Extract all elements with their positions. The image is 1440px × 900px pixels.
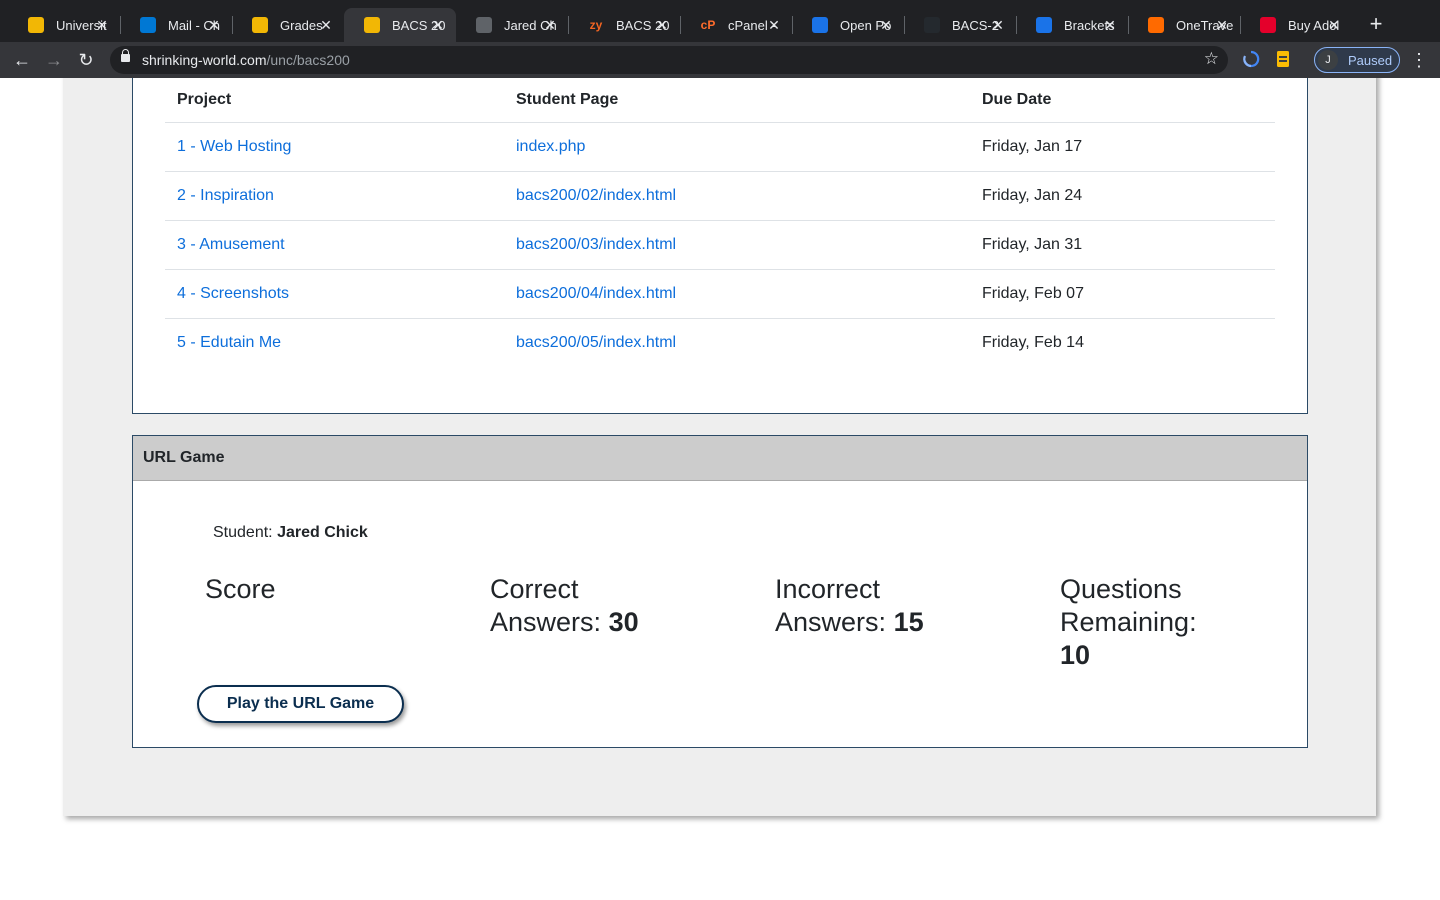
- due-date: Friday, Jan 24: [970, 170, 1275, 220]
- lock-icon: [121, 49, 130, 62]
- project-link[interactable]: 4 - Screenshots: [177, 285, 289, 302]
- column-header-project: Project: [177, 91, 232, 109]
- table-row: 5 - Edutain Me bacs200/05/index.html Frida…: [165, 317, 1275, 367]
- forward-button[interactable]: →: [42, 48, 66, 72]
- browser-tab[interactable]: Brackets ✕: [1016, 8, 1128, 42]
- browser-tab[interactable]: BACS 20 ✕: [344, 8, 456, 42]
- browser-tab[interactable]: zy BACS 20 ✕: [568, 8, 680, 42]
- browser-tab[interactable]: Universit ✕: [8, 8, 120, 42]
- score-heading: Score: [205, 574, 276, 604]
- table-row: 2 - Inspiration bacs200/02/index.html Frid…: [165, 170, 1275, 220]
- table-header-row: Project Student Page Due Date: [165, 78, 1275, 122]
- due-date: Friday, Jan 31: [970, 219, 1275, 269]
- incorrect-answers-stat: Incorrect Answers: 15: [775, 574, 924, 637]
- column-header-due-date: Due Date: [982, 91, 1052, 109]
- github-icon: [924, 17, 940, 33]
- table-row: 1 - Web Hosting index.php Friday, Jan 17: [165, 121, 1275, 171]
- table-row: 3 - Amusement bacs200/03/index.html Friday…: [165, 219, 1275, 269]
- play-url-game-button[interactable]: Play the URL Game: [197, 685, 404, 723]
- sync-extension-icon[interactable]: [1242, 50, 1260, 68]
- tab-close-icon[interactable]: ✕: [878, 17, 894, 33]
- tab-close-icon[interactable]: ✕: [542, 17, 558, 33]
- tab-close-icon[interactable]: ✕: [990, 17, 1006, 33]
- browser-tab[interactable]: OneTrave ✕: [1128, 8, 1240, 42]
- questions-remaining-stat: Questions Remaining: 10: [1060, 574, 1197, 670]
- bookmark-star-icon[interactable]: ☆: [1204, 49, 1219, 69]
- chart-icon: [812, 17, 828, 33]
- profile-status: Paused: [1348, 52, 1393, 68]
- browser-toolbar: ← → ↻ shrinking-world.com/unc/bacs200 ☆ …: [0, 42, 1440, 78]
- address-bar[interactable]: shrinking-world.com/unc/bacs200 ☆: [110, 46, 1228, 74]
- tab-close-icon[interactable]: ✕: [318, 17, 334, 33]
- tab-close-icon[interactable]: ✕: [654, 17, 670, 33]
- project-link[interactable]: 5 - Edutain Me: [177, 334, 281, 351]
- table-row: 4 - Screenshots bacs200/04/index.html Frid…: [165, 268, 1275, 318]
- project-link[interactable]: 3 - Amusement: [177, 236, 285, 253]
- tab-close-icon[interactable]: ✕: [206, 17, 222, 33]
- projects-card: Project Student Page Due Date 1 - Web Ho…: [132, 78, 1308, 414]
- unc-bear-icon: [28, 17, 44, 33]
- due-date: Friday, Feb 14: [970, 317, 1275, 367]
- incorrect-answers-value: 15: [893, 607, 924, 637]
- browser-tab[interactable]: cP cPanel - ✕: [680, 8, 792, 42]
- browser-tab[interactable]: Grades ✕: [232, 8, 344, 42]
- browser-tab[interactable]: Buy Adol ✕: [1240, 8, 1352, 42]
- tab-strip: Universit ✕ Mail - Ch ✕ Grades ✕ BACS 20 ✕ Jared…: [0, 0, 1440, 42]
- tab-close-icon[interactable]: ✕: [1214, 17, 1230, 33]
- url-game-header: URL Game: [133, 436, 1307, 481]
- due-date: Friday, Jan 17: [970, 121, 1275, 171]
- brackets-icon: [1036, 17, 1052, 33]
- student-page-link[interactable]: bacs200/05/index.html: [516, 334, 676, 351]
- zybooks-icon: zy: [589, 18, 603, 32]
- correct-answers-stat: Correct Answers: 30: [490, 574, 639, 637]
- browser-tab[interactable]: Open Po ✕: [792, 8, 904, 42]
- cpanel-icon: cP: [700, 18, 716, 32]
- projects-table: Project Student Page Due Date 1 - Web Ho…: [165, 78, 1275, 367]
- student-page-link[interactable]: bacs200/02/index.html: [516, 187, 676, 204]
- unc-bear-icon: [252, 17, 268, 33]
- globe-icon: [476, 17, 492, 33]
- column-header-student-page: Student Page: [516, 91, 619, 109]
- student-page-link[interactable]: bacs200/04/index.html: [516, 285, 676, 302]
- outlook-icon: [140, 17, 156, 33]
- page-viewport: Project Student Page Due Date 1 - Web Ho…: [0, 78, 1440, 900]
- tab-close-icon[interactable]: ✕: [766, 17, 782, 33]
- tab-close-icon[interactable]: ✕: [1102, 17, 1118, 33]
- browser-tab[interactable]: BACS-2 ✕: [904, 8, 1016, 42]
- browser-tab[interactable]: Jared Ch ✕: [456, 8, 568, 42]
- unc-bear-icon: [364, 17, 380, 33]
- map-pin-icon: [1148, 17, 1164, 33]
- url-game-card: URL Game Student: Jared Chick Score Corr…: [132, 435, 1308, 748]
- back-button[interactable]: ←: [10, 48, 34, 72]
- questions-remaining-value: 10: [1060, 640, 1091, 670]
- project-link[interactable]: 1 - Web Hosting: [177, 138, 291, 155]
- correct-answers-value: 30: [608, 607, 639, 637]
- due-date: Friday, Feb 07: [970, 268, 1275, 318]
- new-tab-button[interactable]: +: [1364, 12, 1388, 36]
- docs-extension-icon[interactable]: [1274, 50, 1292, 68]
- student-page-link[interactable]: bacs200/03/index.html: [516, 236, 676, 253]
- adobe-icon: [1260, 17, 1276, 33]
- tab-close-icon[interactable]: ✕: [1326, 17, 1342, 33]
- profile-button[interactable]: J Paused: [1314, 47, 1400, 73]
- browser-tab[interactable]: Mail - Ch ✕: [120, 8, 232, 42]
- student-name: Jared Chick: [277, 524, 368, 541]
- avatar: J: [1318, 50, 1338, 70]
- project-link[interactable]: 2 - Inspiration: [177, 187, 274, 204]
- student-page-link[interactable]: index.php: [516, 138, 585, 155]
- tab-close-icon[interactable]: ✕: [94, 17, 110, 33]
- student-line: Student: Jared Chick: [213, 524, 368, 542]
- student-label: Student:: [213, 524, 273, 541]
- tab-close-icon[interactable]: ✕: [430, 17, 446, 33]
- url-text[interactable]: shrinking-world.com/unc/bacs200: [142, 52, 350, 68]
- browser-menu-icon[interactable]: ⋮: [1410, 48, 1428, 72]
- reload-button[interactable]: ↻: [74, 48, 98, 72]
